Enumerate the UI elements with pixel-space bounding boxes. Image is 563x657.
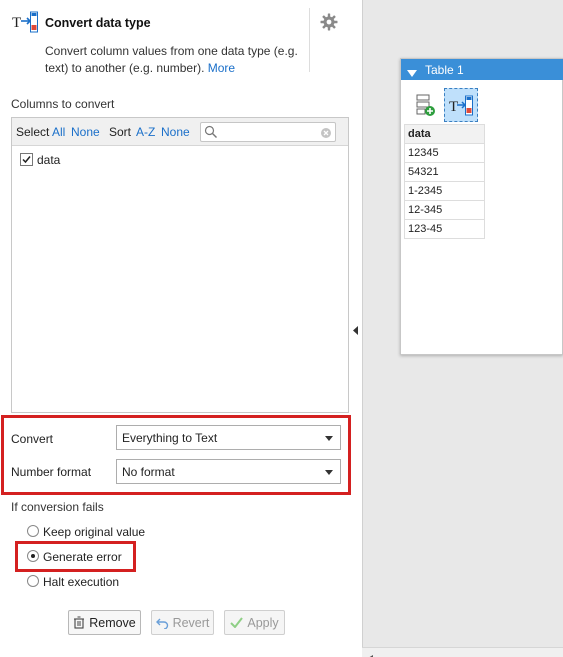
sort-label: Sort	[109, 125, 132, 139]
table-widget-header[interactable]: Table 1	[401, 59, 563, 80]
radio-button-selected[interactable]	[27, 550, 39, 562]
column-item-label: data	[37, 153, 61, 167]
header-divider	[309, 8, 310, 72]
convert-label: Convert	[11, 432, 54, 446]
panel-title: Convert data type	[45, 16, 151, 30]
revert-button-label: Revert	[172, 615, 210, 630]
table-cell: 12-345	[404, 200, 485, 220]
collapse-panel-icon[interactable]	[353, 324, 359, 335]
checkmark-icon	[230, 617, 244, 628]
sort-az-link[interactable]: A-Z	[136, 125, 155, 139]
panel-description: Convert column values from one data type…	[45, 43, 307, 77]
convert-step-icon[interactable]: T	[444, 88, 478, 122]
svg-text:T: T	[449, 99, 458, 115]
column-list-item[interactable]: data	[20, 153, 220, 169]
search-icon	[204, 125, 218, 142]
table-widget-title: Table 1	[425, 63, 464, 77]
select-all-link[interactable]: All	[52, 125, 65, 139]
select-label: Select	[16, 125, 50, 139]
scroll-left-icon[interactable]	[368, 650, 373, 657]
apply-button-label: Apply	[247, 615, 279, 630]
table-cell: 123-45	[404, 219, 485, 239]
table-row: 123-45	[404, 219, 485, 239]
radio-label: Keep original value	[43, 525, 146, 539]
settings-gear-icon[interactable]	[320, 13, 338, 31]
table-widget[interactable]: Table 1 T data 12345 54321 1-2345 12-345…	[400, 58, 563, 355]
table-row: 12345	[404, 143, 485, 163]
convert-dropdown-value: Everything to Text	[122, 431, 218, 445]
radio-halt-execution[interactable]: Halt execution	[27, 575, 227, 589]
column-checkbox[interactable]	[20, 153, 33, 166]
failure-section-label: If conversion fails	[11, 500, 104, 514]
svg-text:T: T	[12, 15, 21, 31]
properties-panel: T Convert data type Convert column value…	[0, 0, 362, 657]
trash-icon	[74, 616, 85, 629]
more-link[interactable]: More	[208, 61, 235, 75]
number-format-dropdown[interactable]: No format	[116, 459, 341, 484]
radio-generate-error[interactable]: Generate error	[27, 550, 127, 564]
select-none-link[interactable]: None	[71, 125, 100, 139]
radio-button[interactable]	[27, 575, 39, 587]
data-table: data 12345 54321 1-2345 12-345 123-45	[404, 124, 485, 239]
number-format-label: Number format	[11, 465, 92, 479]
column-search-input[interactable]	[200, 122, 336, 142]
radio-label: Generate error	[43, 550, 122, 564]
clear-search-icon[interactable]	[321, 127, 331, 141]
column-header: data	[404, 124, 485, 144]
radio-keep-original[interactable]: Keep original value	[27, 525, 227, 539]
chevron-down-icon	[325, 436, 333, 441]
table-cell: 54321	[404, 162, 485, 182]
table-cell: 12345	[404, 143, 485, 163]
remove-button[interactable]: Remove	[68, 610, 141, 635]
description-text: Convert column values from one data type…	[45, 44, 298, 75]
radio-label: Halt execution	[43, 575, 120, 589]
convert-dropdown[interactable]: Everything to Text	[116, 425, 341, 450]
radio-button[interactable]	[27, 525, 39, 537]
add-step-icon[interactable]	[415, 93, 437, 117]
table-row: 1-2345	[404, 181, 485, 201]
collapse-arrow-icon[interactable]	[407, 66, 417, 80]
columns-list-box: Select All None Sort A-Z None data	[11, 117, 349, 413]
chevron-down-icon	[325, 470, 333, 475]
number-format-dropdown-value: No format	[122, 465, 175, 479]
sort-none-link[interactable]: None	[161, 125, 190, 139]
remove-button-label: Remove	[89, 615, 136, 630]
convert-data-type-icon: T	[12, 10, 38, 34]
table-row: 12-345	[404, 200, 485, 220]
table-header-row: data	[404, 124, 485, 144]
revert-button[interactable]: Revert	[151, 610, 214, 635]
undo-icon	[155, 618, 168, 629]
columns-section-label: Columns to convert	[11, 97, 115, 111]
horizontal-scrollbar[interactable]	[362, 647, 563, 657]
table-row: 54321	[404, 162, 485, 182]
table-cell: 1-2345	[404, 181, 485, 201]
columns-toolbar: Select All None Sort A-Z None	[12, 118, 348, 146]
apply-button[interactable]: Apply	[224, 610, 285, 635]
